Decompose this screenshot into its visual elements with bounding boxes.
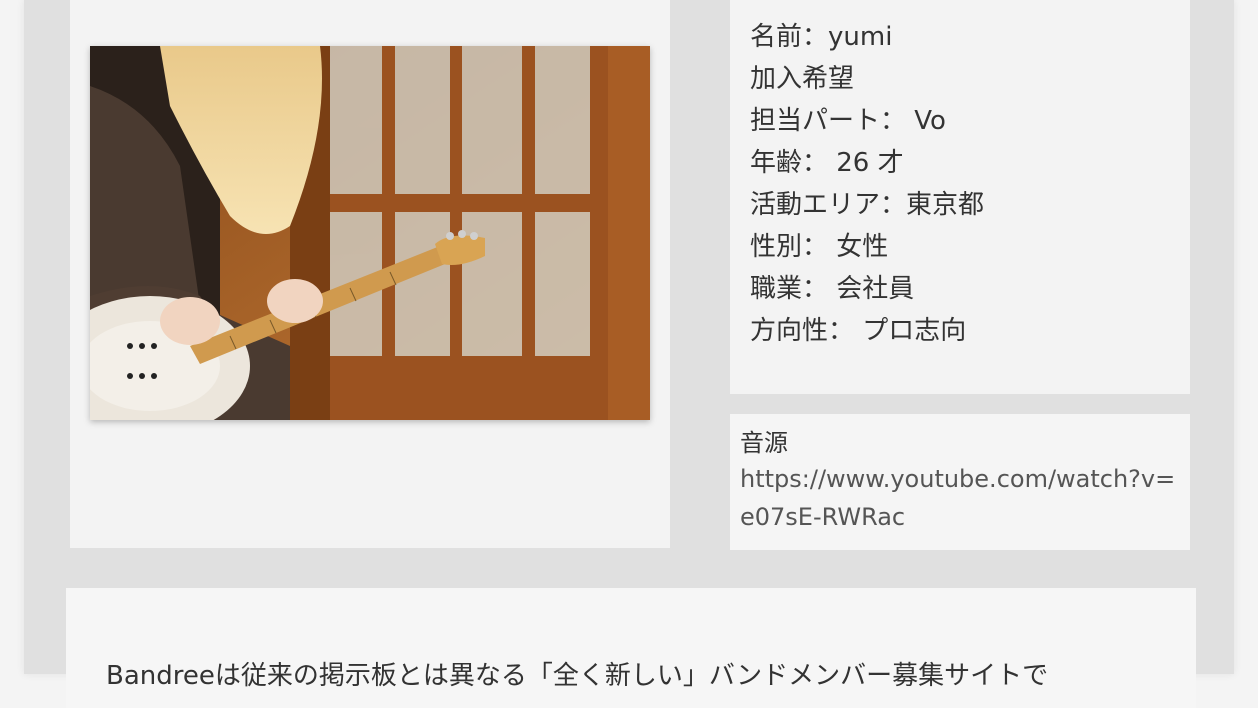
profile-area: 活動エリア：東京都: [750, 190, 985, 220]
audio-link[interactable]: https://www.youtube.com/watch?v=e07sE-RW…: [740, 460, 1180, 536]
photo-card: [70, 0, 670, 548]
profile-gender: 性別： 女性: [750, 232, 889, 262]
guitarist-photo-icon: [90, 46, 650, 420]
page-wrapper: 名前：yumi 加入希望 担当パート： Vo 年齢： 26 才 活動エリア：東京…: [24, 0, 1234, 708]
profile-part: 担当パート： Vo: [750, 106, 946, 136]
profile-direction: 方向性： プロ志向: [750, 316, 967, 346]
profile-age: 年齢： 26 才: [750, 148, 904, 178]
intro-text: Bandreeは従来の掲示板とは異なる「全く新しい」バンドメンバー募集サイトで: [106, 661, 1049, 691]
profile-job: 職業： 会社員: [750, 274, 915, 304]
audio-label: 音源: [740, 429, 788, 457]
profile-status: 加入希望: [750, 64, 855, 94]
profile-name: 名前：yumi: [750, 22, 893, 52]
profile-photo[interactable]: [90, 46, 650, 420]
profile-card: 名前：yumi 加入希望 担当パート： Vo 年齢： 26 才 活動エリア：東京…: [730, 0, 1190, 394]
audio-card: 音源 https://www.youtube.com/watch?v=e07sE…: [730, 414, 1190, 550]
intro-card: Bandreeは従来の掲示板とは異なる「全く新しい」バンドメンバー募集サイトで: [66, 588, 1196, 708]
